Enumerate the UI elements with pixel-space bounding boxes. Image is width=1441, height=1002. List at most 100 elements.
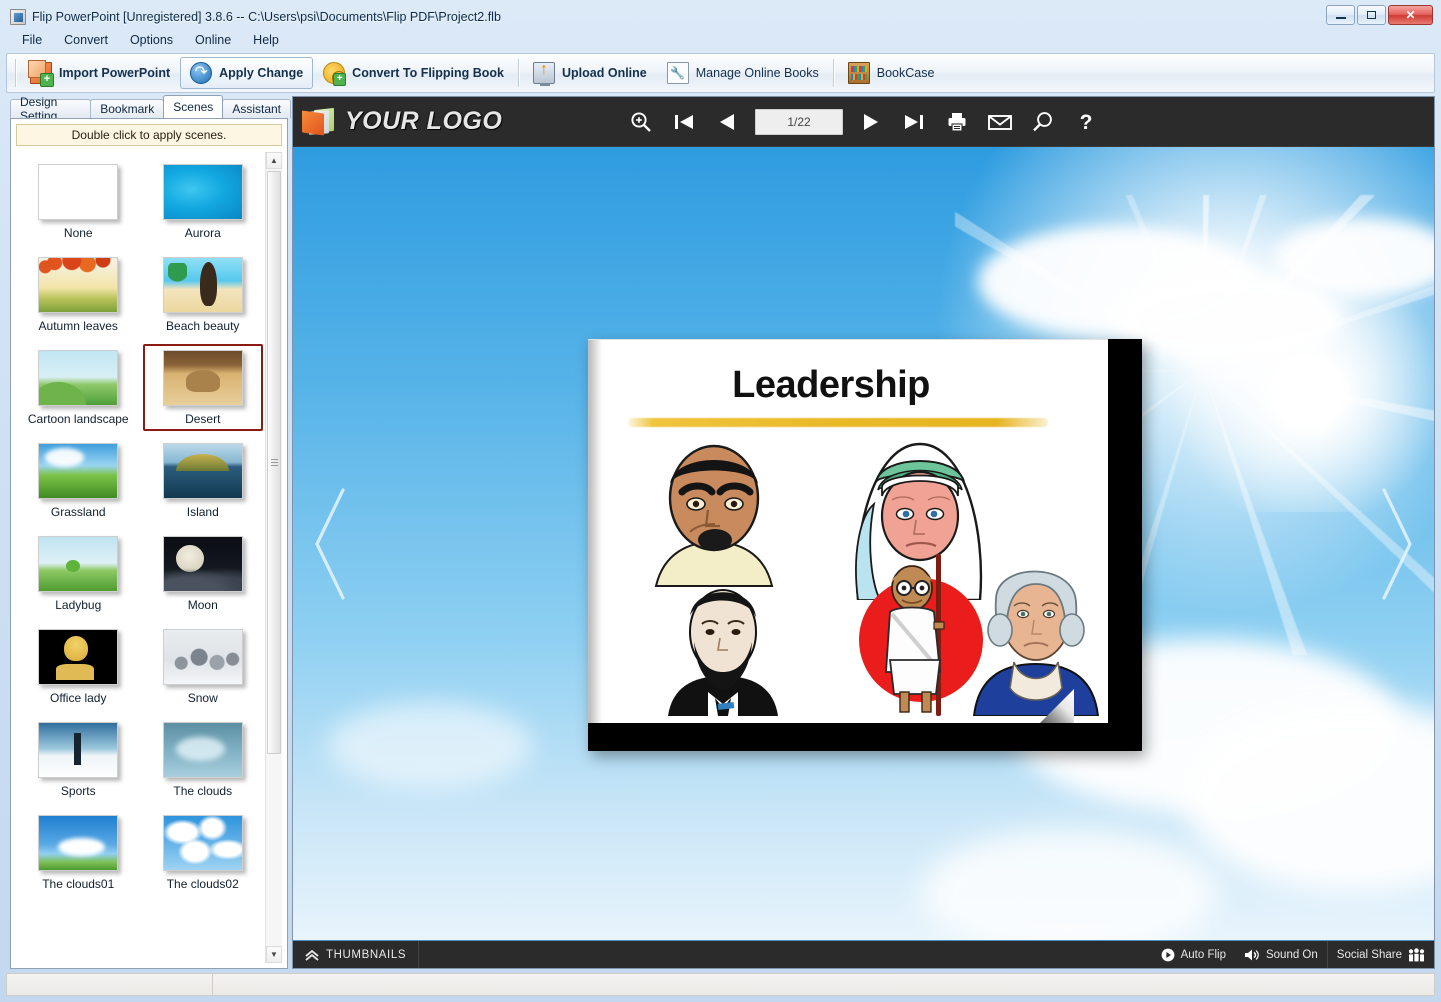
scene-item-ladybug[interactable]: Ladybug (18, 530, 139, 617)
email-icon[interactable] (985, 107, 1015, 137)
scene-item-moon[interactable]: Moon (143, 530, 264, 617)
scene-thumbnail (38, 164, 119, 220)
close-button[interactable]: ✕ (1388, 5, 1433, 25)
scene-label: The clouds02 (166, 877, 239, 891)
bookcase-button[interactable]: BookCase (838, 57, 945, 89)
app-icon (10, 9, 26, 25)
previous-page-arrow[interactable] (309, 484, 355, 604)
menu-item-help[interactable]: Help (243, 30, 289, 50)
play-circle-icon (1161, 948, 1174, 961)
title-bar: Flip PowerPoint [Unregistered] 3.8.6 -- … (6, 5, 1435, 29)
tab-scenes[interactable]: Scenes (163, 95, 224, 118)
tab-design-setting[interactable]: Design Setting (10, 95, 92, 123)
flipbook-page[interactable]: Leadership (588, 339, 1142, 751)
social-share-label: Social Share (1336, 948, 1402, 961)
import-powerpoint-button[interactable]: Import PowerPoint (20, 57, 180, 89)
scene-item-cartoon-landscape[interactable]: Cartoon landscape (18, 344, 139, 431)
menu-item-options[interactable]: Options (120, 30, 183, 50)
scene-item-snow[interactable]: Snow (143, 623, 264, 710)
scene-item-desert[interactable]: Desert (142, 344, 263, 431)
help-icon[interactable]: ? (1071, 107, 1101, 137)
social-share-button[interactable]: Social Share (1326, 941, 1434, 968)
george-washington-figure (972, 570, 1100, 716)
martin-luther-king-figure (654, 444, 774, 587)
last-page-icon[interactable] (899, 107, 929, 137)
status-bar (6, 973, 1435, 996)
upload-online-label: Upload Online (562, 66, 647, 80)
auto-flip-button[interactable]: Auto Flip (1152, 941, 1235, 968)
next-page-arrow[interactable] (1372, 484, 1418, 604)
maximize-button[interactable] (1357, 5, 1386, 25)
scroll-up-icon[interactable]: ▲ (266, 152, 282, 169)
menu-item-file[interactable]: File (12, 30, 52, 50)
scene-item-autumn-leaves[interactable]: Autumn leaves (18, 251, 139, 338)
scenes-hint: Double click to apply scenes. (16, 124, 282, 146)
scenes-scrollbar[interactable]: ▲ ▼ (265, 152, 282, 963)
tab-assistant[interactable]: Assistant (222, 99, 291, 118)
scene-item-the-clouds01[interactable]: The clouds01 (18, 809, 139, 896)
bookcase-label: BookCase (876, 66, 935, 80)
scene-label: Sports (60, 784, 96, 798)
status-panel-right (212, 973, 1435, 996)
scene-thumbnail (38, 443, 119, 499)
scene-thumbnail (162, 722, 243, 778)
scrollbar-thumb[interactable] (267, 171, 281, 754)
apply-change-button[interactable]: Apply Change (180, 57, 314, 89)
scene-thumbnail (38, 815, 119, 871)
scene-item-island[interactable]: Island (143, 437, 264, 524)
scene-thumbnail (162, 257, 243, 313)
thumbnails-label: THUMBNAILS (326, 948, 407, 961)
scenes-panel: Double click to apply scenes. None Auror… (10, 118, 288, 969)
scene-item-none[interactable]: None (18, 158, 139, 245)
scene-item-the-clouds02[interactable]: The clouds02 (143, 809, 264, 896)
scene-item-aurora[interactable]: Aurora (143, 158, 264, 245)
book-spine (1108, 339, 1142, 751)
next-page-icon[interactable] (856, 107, 886, 137)
scene-item-the-clouds[interactable]: The clouds (143, 716, 264, 803)
zoom-in-icon[interactable] (626, 107, 656, 137)
scrollbar-grip-icon (270, 458, 278, 466)
slide-page[interactable]: Leadership (588, 339, 1108, 751)
page-indicator[interactable]: 1/22 (755, 108, 843, 135)
tab-bookmark[interactable]: Bookmark (90, 99, 165, 118)
scene-item-office-lady[interactable]: Office lady (18, 623, 139, 710)
menu-item-convert[interactable]: Convert (54, 30, 118, 50)
status-panel-left (6, 973, 212, 996)
scene-item-beach-beauty[interactable]: Beach beauty (143, 251, 264, 338)
window-title: Flip PowerPoint [Unregistered] 3.8.6 -- … (32, 10, 501, 24)
print-icon[interactable] (942, 107, 972, 137)
logo-text: YOUR LOGO (345, 107, 503, 135)
scene-thumbnail (162, 629, 243, 685)
scene-thumbnail (38, 722, 119, 778)
scroll-down-icon[interactable]: ▼ (266, 946, 282, 963)
chevron-up-icon (305, 949, 319, 961)
upload-online-button[interactable]: Upload Online (523, 57, 657, 89)
book-pages-logo-icon (302, 107, 336, 136)
viewer-logo[interactable]: YOUR LOGO (293, 107, 502, 136)
previous-page-icon[interactable] (712, 107, 742, 137)
menu-bar: File Convert Options Online Help (6, 29, 1435, 51)
search-icon[interactable] (1028, 107, 1058, 137)
scrollbar-track[interactable] (266, 169, 282, 946)
toolbar-separator-3 (832, 59, 834, 87)
first-page-icon[interactable] (669, 107, 699, 137)
svg-text:?: ? (1080, 111, 1093, 134)
scene-label: Office lady (50, 691, 107, 705)
menu-item-online[interactable]: Online (185, 30, 241, 50)
scene-label: Island (186, 505, 219, 519)
manage-online-books-icon (666, 62, 689, 84)
toolbar-separator-2 (518, 59, 520, 87)
scene-thumbnail (162, 815, 243, 871)
thumbnails-button[interactable]: THUMBNAILS (293, 941, 420, 968)
scene-label: Snow (187, 691, 218, 705)
main-toolbar: Import PowerPoint Apply Change Convert T… (6, 53, 1435, 93)
scene-thumbnail (162, 164, 243, 220)
scenes-scroll-area: None Aurora Autumn leaves Beach beauty C… (16, 152, 282, 963)
viewer-stage: Leadership (293, 147, 1434, 940)
sound-toggle-button[interactable]: Sound On (1235, 941, 1327, 968)
scene-item-sports[interactable]: Sports (18, 716, 139, 803)
scene-item-grassland[interactable]: Grassland (18, 437, 139, 524)
minimize-button[interactable] (1326, 5, 1355, 25)
convert-to-flipping-book-button[interactable]: Convert To Flipping Book (313, 57, 514, 89)
manage-online-books-button[interactable]: Manage Online Books (657, 57, 829, 89)
